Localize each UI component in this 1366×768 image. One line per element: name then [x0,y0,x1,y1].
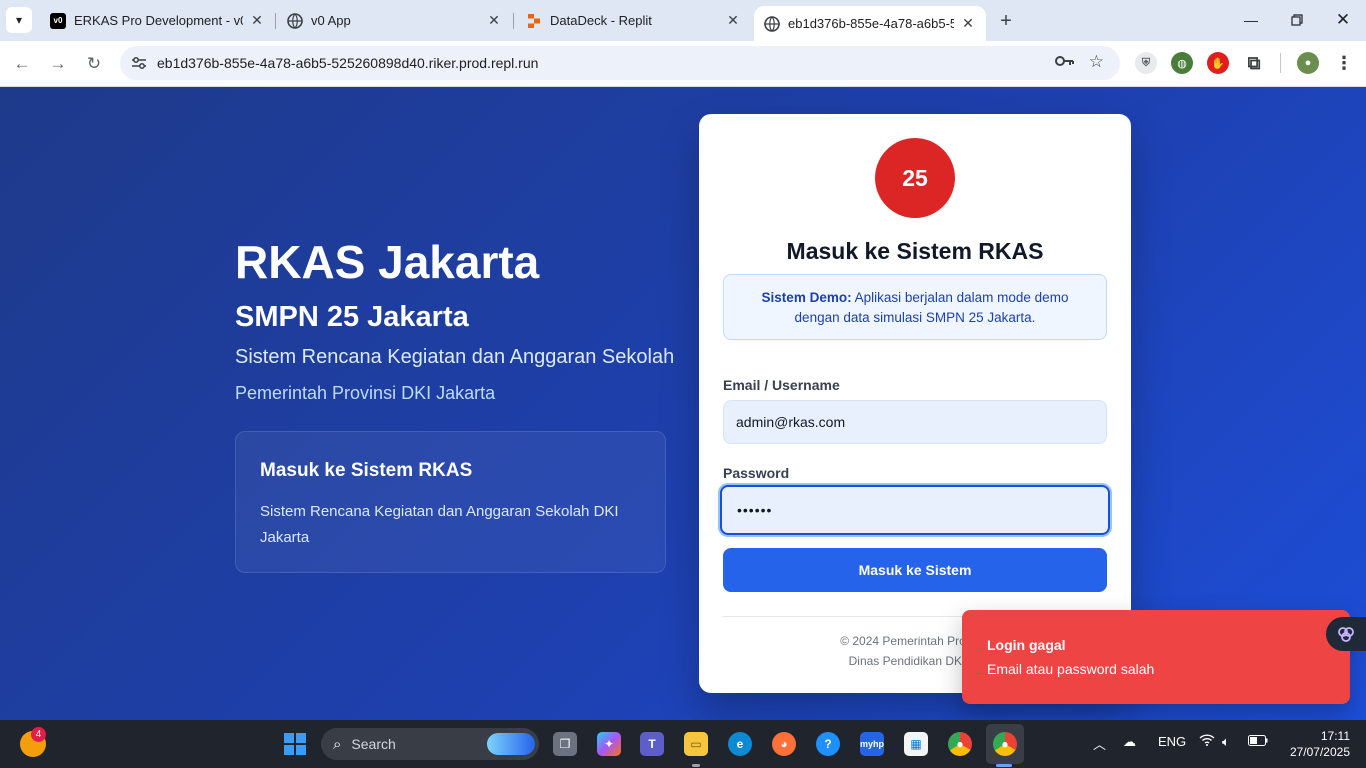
clock-time: 17:11 [1320,729,1350,743]
volume-icon[interactable]: 🔈︎ [1222,734,1230,750]
tab-separator [275,13,276,29]
hero-school-name: SMPN 25 Jakarta [235,301,469,333]
search-placeholder: Search [351,736,396,752]
battery-icon[interactable] [1248,734,1268,749]
profile-avatar[interactable]: ● [1297,52,1319,74]
url-text: eb1d376b-855e-4a78-a6b5-525260898d40.rik… [157,55,539,71]
windows-taskbar: 4 ⌕ Search ❐ ✦ T ▭ e ◕ ? myhp ▦ ● ● ︿ ☁ … [0,720,1366,768]
bookmark-star-icon[interactable]: ☆ [1089,52,1104,72]
tab-title: v0 App [311,13,351,28]
v0-icon: v0 [50,12,66,29]
extensions-puzzle-icon[interactable]: ⧉ [1243,52,1265,74]
tab-datadeck[interactable]: DataDeck - Replit ✕ [516,0,751,41]
chrome-icon[interactable]: ● [948,732,972,756]
shield-extension-icon[interactable]: ⛨ [1135,52,1157,74]
info-card: Masuk ke Sistem RKAS Sistem Rencana Kegi… [235,431,666,573]
password-label: Password [723,465,790,481]
login-submit-button[interactable]: Masuk ke Sistem [723,548,1107,592]
tab-active-app[interactable]: eb1d376b-855e-4a78-a6b5-52 ✕ [754,6,986,41]
help-icon[interactable]: ? [816,732,840,756]
school-badge: 25 [875,138,955,218]
search-icon: ⌕ [333,735,342,753]
new-tab-button[interactable]: + [994,9,1018,33]
assistant-brain-icon[interactable] [1326,617,1366,651]
hero-title: RKAS Jakarta [235,236,540,288]
toolbar-separator [1280,53,1281,73]
search-highlight-image [487,733,535,755]
email-value: admin@rkas.com [736,414,846,430]
password-field[interactable]: •••••• [720,485,1110,535]
wifi-icon[interactable] [1199,734,1215,749]
firefox-icon[interactable]: ◕ [772,732,796,756]
task-view-icon[interactable]: ❐ [553,732,577,756]
tab-search-button[interactable]: ▾ [6,7,32,33]
restore-icon[interactable] [1285,8,1309,32]
minimize-icon[interactable]: — [1239,8,1263,32]
email-label: Email / Username [723,377,840,393]
email-field[interactable]: admin@rkas.com [723,400,1107,444]
globe-extension-icon[interactable]: ◍ [1171,52,1193,74]
password-value: •••••• [737,502,773,518]
tab-title: DataDeck - Replit [550,13,652,28]
toast-message: Email atau password salah [987,661,1155,677]
copilot-icon[interactable]: ✦ [597,732,621,756]
file-explorer-icon[interactable]: ▭ [684,732,708,756]
site-settings-icon[interactable] [130,54,148,72]
active-indicator [996,764,1012,767]
replit-icon [526,13,542,29]
running-indicator [692,764,700,767]
demo-notice: Sistem Demo: Aplikasi berjalan dalam mod… [723,274,1107,340]
info-card-title: Masuk ke Sistem RKAS [260,460,473,481]
info-card-description: Sistem Rencana Kegiatan dan Anggaran Sek… [260,503,619,546]
close-tab-icon[interactable]: ✕ [249,12,265,29]
microsoft-store-icon[interactable]: ▦ [904,732,928,756]
tab-title: eb1d376b-855e-4a78-a6b5-52 [788,16,954,31]
browser-toolbar: ← → ↻ eb1d376b-855e-4a78-a6b5-525260898d… [0,41,1366,87]
adblock-extension-icon[interactable]: ✋ [1207,52,1229,74]
tab-separator [513,13,514,29]
clock-date: 27/07/2025 [1289,745,1350,759]
chrome-profile-icon[interactable]: ● [993,732,1017,756]
globe-icon [287,12,303,29]
back-icon[interactable]: ← [8,50,36,78]
hero-government: Pemerintah Provinsi DKI Jakarta [235,383,496,403]
language-indicator[interactable]: ENG [1158,734,1186,749]
address-bar[interactable]: eb1d376b-855e-4a78-a6b5-525260898d40.rik… [120,46,1120,80]
login-page: RKAS Jakarta SMPN 25 Jakarta Sistem Renc… [0,87,1366,720]
close-tab-icon[interactable]: ✕ [725,12,741,29]
forward-icon[interactable]: → [44,50,72,78]
system-clock[interactable]: 17:11 27/07/2025 [1284,728,1350,760]
tab-title: ERKAS Pro Development - v0 b [74,13,243,28]
taskbar-search[interactable]: ⌕ Search [321,728,539,760]
login-title: Masuk ke Sistem RKAS [786,238,1044,264]
menu-kebab-icon[interactable]: ⋮ [1333,52,1355,74]
demo-label: Sistem Demo: [761,290,852,305]
globe-icon [764,15,780,32]
close-window-icon[interactable]: ✕ [1331,8,1355,32]
tab-v0-app[interactable]: v0 App ✕ [277,0,512,41]
close-tab-icon[interactable]: ✕ [486,12,502,29]
windows-start-icon[interactable] [284,733,306,755]
notification-badge: 4 [31,727,46,742]
error-toast: Login gagal Email atau password salah [962,610,1350,704]
password-key-icon[interactable] [1054,54,1074,71]
teams-icon[interactable]: T [640,732,664,756]
hero-system-name: Sistem Rencana Kegiatan dan Anggaran Sek… [235,346,675,368]
chevron-up-icon[interactable]: ︿ [1093,734,1106,753]
login-card: 25 Masuk ke Sistem RKAS Sistem Demo: Apl… [699,114,1131,693]
tab-erkas[interactable]: v0 ERKAS Pro Development - v0 b ✕ [40,0,275,41]
toast-title: Login gagal [987,637,1066,653]
close-tab-icon[interactable]: ✕ [960,15,976,32]
onedrive-icon[interactable]: ☁ [1123,734,1136,750]
tab-bar: ▾ v0 ERKAS Pro Development - v0 b ✕ v0 A… [0,0,1366,41]
myhp-icon[interactable]: myhp [860,732,884,756]
edge-icon[interactable]: e [728,732,752,756]
reload-icon[interactable]: ↻ [80,50,108,78]
